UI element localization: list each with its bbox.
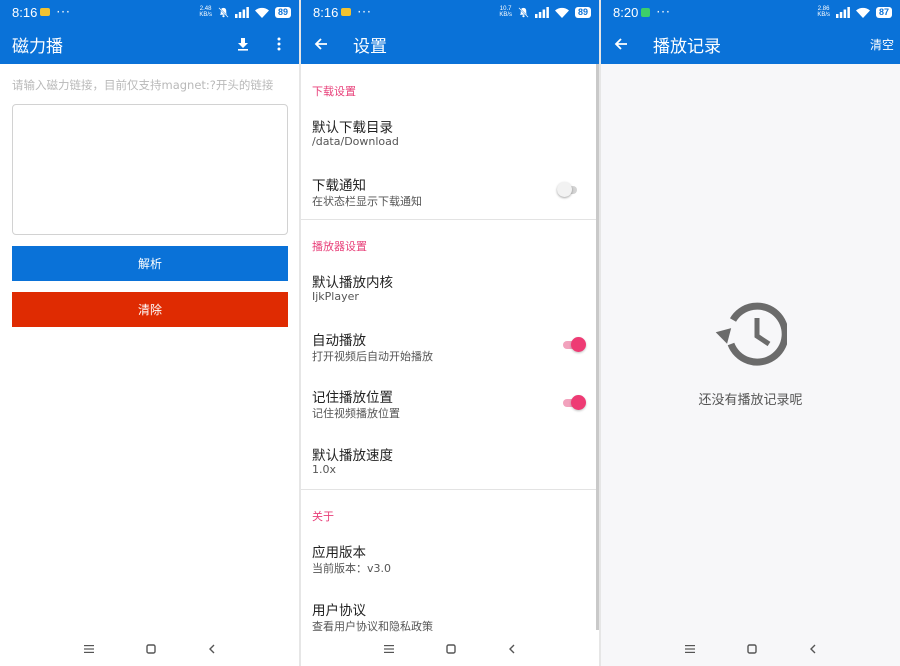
remember-position-switch[interactable] bbox=[563, 395, 586, 410]
wifi-icon bbox=[855, 7, 870, 18]
recents-menu-icon[interactable] bbox=[384, 645, 394, 653]
section-divider bbox=[301, 219, 599, 220]
setting-title: 用户协议 bbox=[312, 603, 366, 619]
status-more-dots: ··· bbox=[56, 5, 71, 19]
more-vert-icon[interactable] bbox=[267, 32, 291, 56]
setting-subtitle: 记住视频播放位置 bbox=[312, 407, 400, 420]
section-header-player: 播放器设置 bbox=[312, 240, 367, 253]
magnet-link-input[interactable] bbox=[12, 104, 288, 235]
recents-menu-icon[interactable] bbox=[83, 645, 94, 653]
app-bar: 播放记录 清空 bbox=[601, 24, 900, 64]
system-nav-bar bbox=[601, 632, 900, 666]
setting-title: 应用版本 bbox=[312, 545, 366, 561]
magnet-input-hint: 请输入磁力链接，目前仅支持magnet:?开头的链接 bbox=[12, 78, 274, 92]
clear-history-button[interactable]: 清空 bbox=[870, 36, 894, 53]
wifi-icon bbox=[554, 7, 569, 18]
download-notify-switch[interactable] bbox=[557, 182, 579, 197]
net-speed-unit: KB/s bbox=[499, 12, 512, 18]
section-header-about: 关于 bbox=[312, 510, 334, 523]
setting-title: 记住播放位置 bbox=[312, 390, 393, 406]
mute-bell-icon bbox=[518, 6, 529, 18]
page-title: 设置 bbox=[353, 36, 387, 57]
section-divider bbox=[301, 489, 599, 490]
screenshot-collage: 8:16 ··· 2.48 KB/s 89 磁力播 请输入磁力链接，目前仅支持m… bbox=[0, 0, 900, 666]
battery-indicator: 89 bbox=[274, 6, 291, 18]
download-icon[interactable] bbox=[231, 32, 255, 56]
setting-title: 下载通知 bbox=[312, 178, 366, 194]
parse-button[interactable]: 解析 bbox=[12, 246, 288, 281]
setting-subtitle: 在状态栏显示下载通知 bbox=[312, 195, 422, 208]
setting-subtitle: IjkPlayer bbox=[312, 290, 359, 303]
setting-subtitle: 当前版本：v3.0 bbox=[312, 562, 392, 575]
magnet-screen: 8:16 ··· 2.48 KB/s 89 磁力播 请输入磁力链接，目前仅支持m… bbox=[0, 0, 299, 666]
back-chevron-icon[interactable] bbox=[508, 644, 516, 654]
autoplay-switch[interactable] bbox=[563, 337, 586, 352]
home-square-icon[interactable] bbox=[746, 644, 757, 654]
empty-state-text: 还没有播放记录呢 bbox=[698, 393, 803, 408]
back-chevron-icon[interactable] bbox=[809, 644, 817, 654]
net-speed: 10.7 KB/s bbox=[499, 6, 512, 18]
net-speed-unit: KB/s bbox=[817, 12, 830, 18]
back-chevron-icon[interactable] bbox=[208, 644, 216, 654]
battery-indicator: 89 bbox=[574, 6, 591, 18]
status-bar: 8:20 ··· 2.86 KB/s 87 bbox=[601, 0, 900, 24]
home-square-icon[interactable] bbox=[446, 644, 456, 654]
page-title: 磁力播 bbox=[12, 36, 63, 57]
settings-screen: 8:16 ··· 10.7 KB/s 89 设置 下载设置 默认下载目录 /da… bbox=[301, 0, 599, 666]
status-more-dots: ··· bbox=[357, 5, 372, 19]
setting-subtitle: 打开视频后自动开始播放 bbox=[312, 350, 433, 363]
setting-subtitle: 1.0x bbox=[312, 463, 337, 476]
status-time: 8:16 bbox=[12, 4, 38, 20]
system-nav-bar bbox=[0, 632, 299, 666]
status-bar: 8:16 ··· 2.48 KB/s 89 bbox=[0, 0, 299, 24]
recents-menu-icon[interactable] bbox=[684, 645, 695, 653]
signal-icon bbox=[835, 6, 850, 18]
battery-indicator: 87 bbox=[875, 6, 892, 18]
setting-title: 自动播放 bbox=[312, 333, 366, 349]
setting-subtitle: /data/Download bbox=[312, 135, 399, 148]
home-square-icon[interactable] bbox=[145, 644, 156, 654]
back-arrow-icon[interactable] bbox=[309, 32, 333, 56]
wifi-icon bbox=[254, 7, 269, 18]
status-bar: 8:16 ··· 10.7 KB/s 89 bbox=[301, 0, 599, 24]
setting-title: 默认下载目录 bbox=[312, 120, 393, 136]
net-speed: 2.86 KB/s bbox=[817, 6, 830, 18]
setting-title: 默认播放速度 bbox=[312, 448, 393, 464]
net-speed: 2.48 KB/s bbox=[199, 6, 212, 18]
notification-badge-icon bbox=[40, 8, 51, 16]
section-header-download: 下载设置 bbox=[312, 85, 356, 98]
setting-title: 默认播放内核 bbox=[312, 275, 393, 291]
clear-button[interactable]: 清除 bbox=[12, 292, 288, 327]
signal-icon bbox=[234, 6, 249, 18]
status-time: 8:20 bbox=[613, 4, 639, 20]
history-screen: 8:20 ··· 2.86 KB/s 87 播放记录 清空 还没有播放记录呢 bbox=[601, 0, 900, 666]
app-bar: 磁力播 bbox=[0, 24, 299, 64]
signal-icon bbox=[534, 6, 549, 18]
mute-bell-icon bbox=[218, 6, 229, 18]
system-nav-bar bbox=[301, 632, 599, 666]
history-icon bbox=[715, 302, 787, 366]
page-title: 播放记录 bbox=[653, 36, 721, 57]
notification-badge-icon bbox=[641, 7, 651, 17]
app-bar: 设置 bbox=[301, 24, 599, 64]
notification-badge-icon bbox=[341, 8, 352, 16]
status-time: 8:16 bbox=[313, 4, 339, 20]
net-speed-unit: KB/s bbox=[199, 12, 212, 18]
back-arrow-icon[interactable] bbox=[609, 32, 633, 56]
status-more-dots: ··· bbox=[656, 5, 671, 19]
